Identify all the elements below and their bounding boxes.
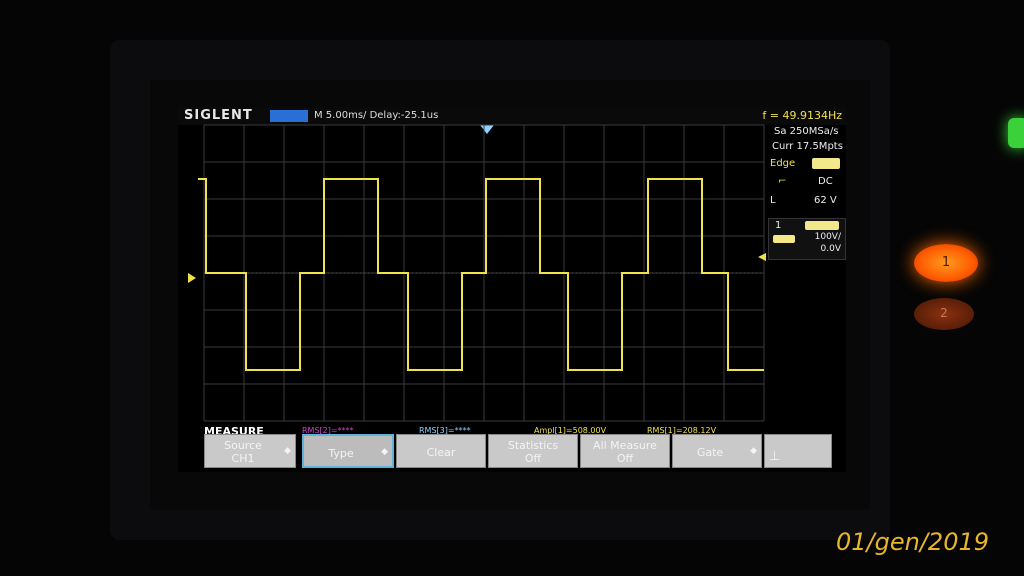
gate-softkey[interactable]: Gate ◆ <box>672 434 762 468</box>
network-icon: ⊥ <box>769 449 781 464</box>
network-softkey[interactable]: ⊥ <box>764 434 832 468</box>
type-softkey[interactable]: Type ◆ <box>302 434 394 468</box>
source-softkey[interactable]: Source CH1 ◆ <box>204 434 296 468</box>
diamond-arrow-icon: ◆ <box>750 446 757 456</box>
memory-depth: Curr 17.5Mpts <box>772 141 843 152</box>
sample-rate: Sa 250MSa/s <box>774 126 839 137</box>
oscilloscope-screen: SIGLENT M 5.00ms/ Delay:-25.1us f = 49.9… <box>178 107 846 472</box>
waveform-display <box>188 124 766 422</box>
diamond-arrow-icon: ◆ <box>284 446 291 456</box>
power-led <box>1008 118 1024 148</box>
trigger-level: 62 V <box>814 195 837 206</box>
trigger-level-marker <box>758 253 766 261</box>
all-measure-softkey[interactable]: All Measure Off <box>580 434 670 468</box>
channel-coupling-box <box>773 235 795 243</box>
ch1-ground-marker <box>188 273 196 283</box>
channel-1-info[interactable]: 1 100V/ 0.0V <box>768 218 846 260</box>
trigger-type: Edge <box>770 158 796 169</box>
channel-offset: 0.0V <box>820 244 841 254</box>
channel-scale: 100V/ <box>814 232 841 242</box>
falling-edge-icon: ⌐ <box>778 176 787 187</box>
photo-datestamp: 01/gen/2019 <box>836 528 989 556</box>
softkey-menu: Source CH1 ◆ Type ◆ Clear Statistics Off… <box>204 432 834 468</box>
trigger-source-box <box>812 158 840 169</box>
channel-color-box <box>805 221 839 230</box>
statistics-softkey[interactable]: Statistics Off <box>488 434 578 468</box>
ch1-waveform <box>198 178 764 371</box>
trigger-level-label: L <box>770 195 776 206</box>
channel-1-button[interactable]: 1 <box>914 244 978 282</box>
channel-number: 1 <box>775 220 782 231</box>
trigger-coupling: DC <box>818 176 833 187</box>
channel-2-button[interactable]: 2 <box>914 298 974 330</box>
diamond-arrow-icon: ◆ <box>381 447 388 457</box>
clear-softkey[interactable]: Clear <box>396 434 486 468</box>
